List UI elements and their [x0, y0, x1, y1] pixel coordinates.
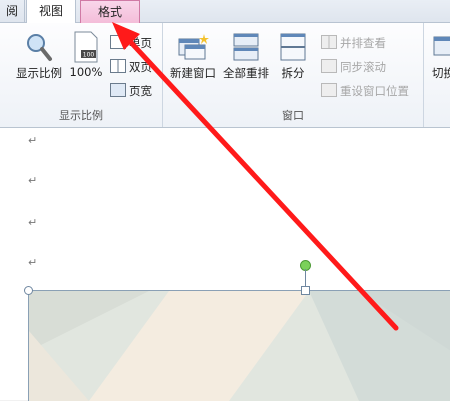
tab-format[interactable]: 格式	[80, 0, 140, 23]
page-width-icon	[110, 83, 126, 97]
paragraph-mark: ↵	[28, 174, 38, 187]
arrange-all-button[interactable]: 全部重排	[219, 31, 273, 81]
zoom-100-button[interactable]: 100 100%	[68, 31, 104, 79]
single-page-button[interactable]: 单页	[110, 33, 152, 53]
document-area[interactable]: ↵ ↵ ↵ ↵	[0, 128, 450, 401]
side-by-side-icon	[321, 35, 337, 49]
new-window-button[interactable]: 新建窗口	[167, 31, 219, 81]
switch-windows-icon	[433, 36, 450, 56]
new-window-icon	[178, 34, 209, 60]
split-button[interactable]: 拆分	[275, 31, 311, 81]
new-window-label: 新建窗口	[170, 66, 216, 80]
resize-handle-top-left[interactable]	[24, 286, 33, 295]
paragraph-mark: ↵	[28, 216, 38, 229]
two-pages-icon	[110, 59, 126, 73]
paragraph-mark: ↵	[28, 256, 38, 269]
two-pages-button[interactable]: 双页	[110, 57, 152, 77]
zoom-100-label: 100%	[69, 65, 103, 79]
window-group: 新建窗口 全部重排 拆分 并排查看 同步滚动 重设窗口位置 窗口	[163, 23, 424, 127]
ribbon-tabs: 阅 视图 格式	[0, 0, 450, 23]
sync-scroll-icon	[321, 59, 337, 73]
sync-scroll-label: 同步滚动	[340, 60, 386, 74]
page-100-icon-text: 100	[83, 52, 95, 59]
zoom-group: 显示比例 100 100% 单页 双页 页宽 显示比例	[0, 23, 163, 127]
reset-position-label: 重设窗口位置	[340, 84, 409, 98]
arrange-all-label: 全部重排	[223, 66, 269, 80]
switch-windows-button[interactable]: 切换	[428, 31, 450, 81]
reset-position-icon	[321, 83, 337, 97]
tab-prev-partial[interactable]: 阅	[0, 0, 25, 22]
single-page-label: 单页	[129, 36, 152, 50]
zoom-button[interactable]: 显示比例	[12, 31, 66, 81]
split-icon	[280, 33, 306, 61]
paragraph-mark: ↵	[28, 134, 38, 147]
split-label: 拆分	[281, 66, 305, 80]
resize-handle-top-middle[interactable]	[301, 286, 310, 295]
sync-scroll-button[interactable]: 同步滚动	[321, 57, 386, 77]
page-width-button[interactable]: 页宽	[110, 81, 152, 101]
page-100-icon: 100	[74, 31, 98, 63]
window-group-label: 窗口	[282, 109, 304, 122]
reset-position-button[interactable]: 重设窗口位置	[321, 81, 409, 101]
zoom-group-label: 显示比例	[59, 109, 103, 122]
single-page-icon	[110, 35, 126, 49]
zoom-button-label: 显示比例	[16, 66, 62, 80]
picture-pattern	[29, 291, 450, 401]
switch-windows-label: 切换	[432, 66, 450, 80]
magnifier-icon	[27, 34, 52, 61]
arrange-all-icon	[233, 33, 259, 61]
side-by-side-button[interactable]: 并排查看	[321, 33, 386, 53]
side-by-side-label: 并排查看	[340, 36, 386, 50]
two-pages-label: 双页	[129, 60, 152, 74]
rotate-handle-stem	[305, 269, 306, 286]
selected-picture[interactable]	[28, 290, 450, 401]
page-width-label: 页宽	[129, 84, 152, 98]
ribbon: 显示比例 100 100% 单页 双页 页宽 显示比例 新建窗口 全部重排 拆分…	[0, 23, 450, 128]
tab-view[interactable]: 视图	[26, 0, 76, 23]
